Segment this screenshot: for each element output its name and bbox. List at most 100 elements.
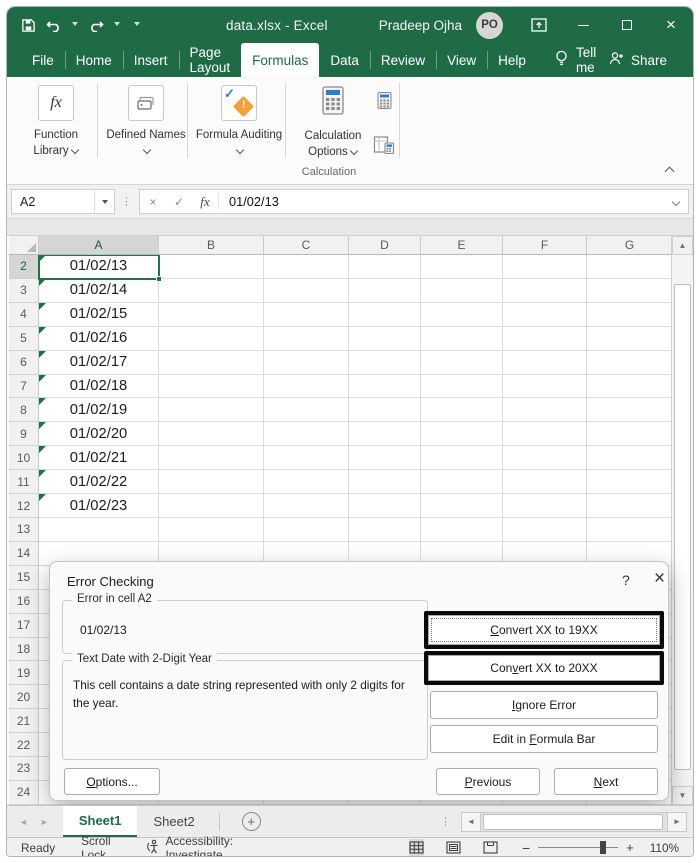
previous-button[interactable]: Previous: [436, 768, 540, 795]
cell-d13[interactable]: [349, 517, 421, 542]
cell-c12[interactable]: [264, 494, 349, 518]
ribbon-display-options-icon[interactable]: [517, 7, 561, 43]
zoom-in-button[interactable]: +: [626, 840, 634, 855]
column-header-d[interactable]: D: [349, 236, 421, 255]
cell-g6[interactable]: [587, 350, 673, 375]
cell-e7[interactable]: [421, 374, 503, 399]
cell-g9[interactable]: [587, 422, 673, 447]
cell-c7[interactable]: [264, 374, 349, 399]
cell-e2[interactable]: [421, 255, 503, 279]
cancel-entry-icon[interactable]: ×: [140, 195, 166, 209]
insert-function-icon[interactable]: fx: [192, 194, 218, 210]
cell-c8[interactable]: [264, 398, 349, 423]
cell-f10[interactable]: [503, 446, 587, 471]
minimize-button[interactable]: [561, 7, 605, 43]
cell-e8[interactable]: [421, 398, 503, 423]
cell-d10[interactable]: [349, 446, 421, 471]
cell-f5[interactable]: [503, 326, 587, 351]
formula-bar-value[interactable]: 01/02/13: [218, 194, 670, 209]
tab-help[interactable]: Help: [487, 43, 537, 77]
cell-f3[interactable]: [503, 278, 587, 303]
cell-e12[interactable]: [421, 494, 503, 518]
cell-d3[interactable]: [349, 278, 421, 303]
cell-g11[interactable]: [587, 470, 673, 495]
row-header-12[interactable]: 12: [9, 494, 39, 518]
cell-f4[interactable]: [503, 302, 587, 327]
cell-a8[interactable]: 01/02/19: [39, 398, 159, 423]
cell-b8[interactable]: [159, 398, 264, 423]
cell-e3[interactable]: [421, 278, 503, 303]
cell-c10[interactable]: [264, 446, 349, 471]
cell-a6[interactable]: 01/02/17: [39, 350, 159, 375]
cell-b9[interactable]: [159, 422, 264, 447]
row-header-9[interactable]: 9: [9, 422, 39, 447]
tell-me[interactable]: Tell me: [555, 43, 608, 77]
row-header-3[interactable]: 3: [9, 278, 39, 303]
close-button[interactable]: ×: [649, 7, 693, 43]
cell-c5[interactable]: [264, 326, 349, 351]
cell-g3[interactable]: [587, 278, 673, 303]
dialog-help-button[interactable]: ?: [622, 572, 630, 588]
column-header-e[interactable]: E: [421, 236, 503, 255]
cell-d7[interactable]: [349, 374, 421, 399]
cell-g4[interactable]: [587, 302, 673, 327]
accessibility-status[interactable]: Accessibility: Investigate: [146, 834, 244, 856]
maximize-button[interactable]: [605, 7, 649, 43]
cell-b13[interactable]: [159, 517, 264, 542]
cell-d6[interactable]: [349, 350, 421, 375]
cell-a7[interactable]: 01/02/18: [39, 374, 159, 399]
calculate-sheet-icon[interactable]: [373, 135, 395, 160]
cell-c2[interactable]: [264, 255, 349, 279]
row-header-13[interactable]: 13: [9, 517, 39, 542]
tab-view[interactable]: View: [436, 43, 487, 77]
name-box[interactable]: A2: [11, 189, 115, 214]
defined-names-group[interactable]: Defined Names: [105, 85, 187, 159]
zoom-slider[interactable]: [538, 840, 619, 854]
cell-e9[interactable]: [421, 422, 503, 447]
cell-a2[interactable]: 01/02/13: [39, 255, 159, 279]
edit-in-formula-bar-button[interactable]: Edit in Formula Bar: [430, 725, 658, 753]
row-header-18[interactable]: 18: [9, 637, 39, 662]
tab-data[interactable]: Data: [319, 43, 370, 77]
cell-b12[interactable]: [159, 494, 264, 518]
row-header-16[interactable]: 16: [9, 589, 39, 614]
row-header-20[interactable]: 20: [9, 685, 39, 710]
row-header-17[interactable]: 17: [9, 613, 39, 638]
row-header-10[interactable]: 10: [9, 446, 39, 471]
vertical-scrollbar-thumb[interactable]: [674, 284, 691, 770]
cell-f9[interactable]: [503, 422, 587, 447]
cell-c6[interactable]: [264, 350, 349, 375]
cell-a4[interactable]: 01/02/15: [39, 302, 159, 327]
cell-d11[interactable]: [349, 470, 421, 495]
column-header-f[interactable]: F: [503, 236, 587, 255]
cell-b7[interactable]: [159, 374, 264, 399]
normal-view-icon[interactable]: [409, 838, 424, 856]
row-header-14[interactable]: 14: [9, 541, 39, 566]
cell-a3[interactable]: 01/02/14: [39, 278, 159, 303]
cell-f12[interactable]: [503, 494, 587, 518]
row-header-15[interactable]: 15: [9, 565, 39, 590]
zoom-level[interactable]: 110%: [650, 841, 679, 855]
sheet-nav-left-icon[interactable]: ◄: [19, 817, 28, 827]
cell-c11[interactable]: [264, 470, 349, 495]
cell-f2[interactable]: [503, 255, 587, 279]
tab-file[interactable]: File: [21, 43, 65, 77]
user-name[interactable]: Pradeep Ojha: [379, 18, 462, 33]
next-button[interactable]: Next: [554, 768, 658, 795]
new-sheet-button[interactable]: +: [241, 812, 261, 831]
cell-c9[interactable]: [264, 422, 349, 447]
undo-icon[interactable]: [46, 19, 62, 32]
vertical-scrollbar[interactable]: ▲ ▼: [671, 236, 693, 805]
select-all-corner[interactable]: [9, 236, 39, 255]
row-header-6[interactable]: 6: [9, 350, 39, 375]
redo-icon[interactable]: [88, 19, 104, 32]
tab-bar-splitter[interactable]: ⋮: [440, 815, 451, 828]
cell-g10[interactable]: [587, 446, 673, 471]
page-break-preview-icon[interactable]: [483, 839, 498, 857]
cell-d8[interactable]: [349, 398, 421, 423]
avatar[interactable]: PO: [476, 11, 503, 39]
function-library-group[interactable]: fx Function Library: [15, 85, 97, 159]
cell-a10[interactable]: 01/02/21: [39, 446, 159, 471]
row-header-2[interactable]: 2: [9, 255, 39, 279]
confirm-entry-icon[interactable]: ✓: [166, 195, 192, 209]
